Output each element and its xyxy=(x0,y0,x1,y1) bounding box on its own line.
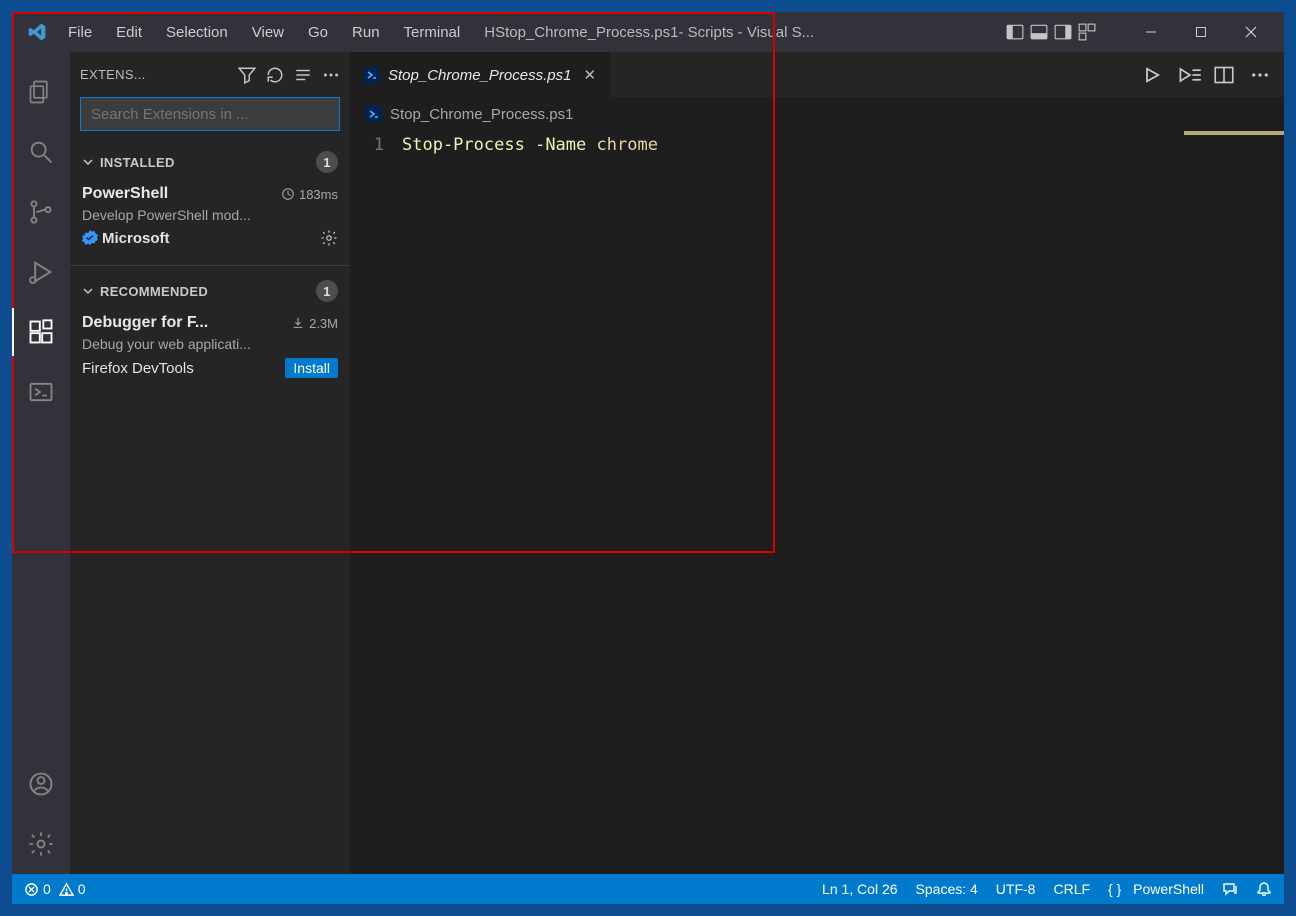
line-number: 1 xyxy=(350,135,402,155)
section-recommended-header[interactable]: RECOMMENDED 1 xyxy=(76,274,344,308)
window-controls xyxy=(1126,12,1276,52)
powershell-file-icon xyxy=(364,67,380,83)
editor-area: Stop_Chrome_Process.ps1 ✕ Stop_Chrome_Pr… xyxy=(350,52,1284,874)
menu-terminal[interactable]: Terminal xyxy=(394,20,471,45)
maximize-button[interactable] xyxy=(1176,12,1226,52)
split-editor-icon[interactable] xyxy=(1214,65,1234,85)
extension-description: Develop PowerShell mod... xyxy=(82,207,338,223)
activity-powershell-icon[interactable] xyxy=(12,362,70,422)
close-icon[interactable]: ✕ xyxy=(583,66,596,84)
menu-view[interactable]: View xyxy=(242,20,294,45)
install-button[interactable]: Install xyxy=(285,358,338,378)
extension-name: Debugger for F... xyxy=(82,314,208,332)
status-feedback-icon[interactable] xyxy=(1222,881,1238,897)
history-icon xyxy=(281,187,295,201)
activity-run-debug-icon[interactable] xyxy=(12,242,70,302)
powershell-file-icon xyxy=(366,106,382,122)
extension-powershell[interactable]: PowerShell 183ms Develop PowerShell mod.… xyxy=(76,179,344,257)
code-area[interactable]: 1 Stop-Process -Name chrome xyxy=(350,131,1284,159)
status-encoding[interactable]: UTF-8 xyxy=(996,881,1036,897)
menu-bar: File Edit Selection View Go Run Terminal xyxy=(58,20,470,45)
vscode-logo-icon xyxy=(26,21,48,43)
menu-file[interactable]: File xyxy=(58,20,102,45)
breadcrumb[interactable]: Stop_Chrome_Process.ps1 xyxy=(350,97,1284,131)
section-installed-header[interactable]: INSTALLED 1 xyxy=(76,145,344,179)
status-bar: 0 0 Ln 1, Col 26 Spaces: 4 UTF-8 CRLF { … xyxy=(12,874,1284,904)
chevron-down-icon xyxy=(82,285,94,297)
extension-name: PowerShell xyxy=(82,185,168,203)
sidebar-header: EXTENS... xyxy=(70,52,350,97)
extension-debugger-firefox[interactable]: Debugger for F... 2.3M Debug your web ap… xyxy=(76,308,344,388)
extension-description: Debug your web applicati... xyxy=(82,336,338,352)
toggle-panel-icon[interactable] xyxy=(1030,23,1048,41)
activity-extensions-icon[interactable] xyxy=(12,302,70,362)
recommended-count-badge: 1 xyxy=(316,280,338,302)
verified-icon xyxy=(82,230,98,246)
sidebar-extensions: EXTENS... INSTALLED 1 xyxy=(70,52,350,874)
code-line: Stop-Process -Name chrome xyxy=(402,135,658,155)
download-icon xyxy=(291,316,305,330)
activity-search-icon[interactable] xyxy=(12,122,70,182)
activity-accounts-icon[interactable] xyxy=(12,754,70,814)
run-selection-icon[interactable] xyxy=(1178,65,1198,85)
more-icon[interactable] xyxy=(322,66,340,84)
clear-icon[interactable] xyxy=(294,66,312,84)
search-input[interactable] xyxy=(80,97,340,131)
tabs-row: Stop_Chrome_Process.ps1 ✕ xyxy=(350,52,1284,97)
minimap-marker xyxy=(1184,131,1284,135)
section-installed: INSTALLED 1 PowerShell 183ms Develop Pow… xyxy=(70,141,350,261)
menu-run[interactable]: Run xyxy=(342,20,390,45)
status-bell-icon[interactable] xyxy=(1256,881,1272,897)
activity-explorer-icon[interactable] xyxy=(12,62,70,122)
title-bar: File Edit Selection View Go Run Terminal… xyxy=(12,12,1284,52)
extension-timing: 183ms xyxy=(299,187,338,202)
status-language[interactable]: { } PowerShell xyxy=(1108,881,1204,897)
activity-bar xyxy=(12,52,70,874)
status-eol[interactable]: CRLF xyxy=(1053,881,1090,897)
breadcrumb-file: Stop_Chrome_Process.ps1 xyxy=(390,106,573,123)
status-ln-col[interactable]: Ln 1, Col 26 xyxy=(822,881,898,897)
customize-layout-icon[interactable] xyxy=(1078,23,1096,41)
toggle-primary-sidebar-icon[interactable] xyxy=(1006,23,1024,41)
window-title-file: HStop_Chrome_Process.ps1 xyxy=(484,24,678,41)
manage-gear-icon[interactable] xyxy=(320,229,338,247)
status-errors[interactable]: 0 xyxy=(24,881,51,897)
section-installed-label: INSTALLED xyxy=(100,155,175,170)
editor-tab[interactable]: Stop_Chrome_Process.ps1 ✕ xyxy=(350,52,610,97)
extension-publisher: Microsoft xyxy=(102,230,170,247)
layout-icons xyxy=(1006,23,1096,41)
sidebar-title: EXTENS... xyxy=(80,67,146,82)
status-warnings[interactable]: 0 xyxy=(59,881,86,897)
menu-edit[interactable]: Edit xyxy=(106,20,152,45)
menu-selection[interactable]: Selection xyxy=(156,20,238,45)
filter-icon[interactable] xyxy=(238,66,256,84)
run-icon[interactable] xyxy=(1142,65,1162,85)
refresh-icon[interactable] xyxy=(266,66,284,84)
extension-downloads: 2.3M xyxy=(309,316,338,331)
activity-source-control-icon[interactable] xyxy=(12,182,70,242)
vscode-window: File Edit Selection View Go Run Terminal… xyxy=(12,12,1284,904)
section-recommended-label: RECOMMENDED xyxy=(100,284,208,299)
close-button[interactable] xyxy=(1226,12,1276,52)
toggle-secondary-sidebar-icon[interactable] xyxy=(1054,23,1072,41)
status-spaces[interactable]: Spaces: 4 xyxy=(916,881,978,897)
more-icon[interactable] xyxy=(1250,65,1270,85)
installed-count-badge: 1 xyxy=(316,151,338,173)
tab-label: Stop_Chrome_Process.ps1 xyxy=(388,67,571,84)
activity-settings-gear-icon[interactable] xyxy=(12,814,70,874)
window-title-suffix: - Scripts - Visual S... xyxy=(679,24,815,41)
minimize-button[interactable] xyxy=(1126,12,1176,52)
divider xyxy=(70,265,350,266)
chevron-down-icon xyxy=(82,156,94,168)
extension-publisher: Firefox DevTools xyxy=(82,360,194,377)
menu-go[interactable]: Go xyxy=(298,20,338,45)
section-recommended: RECOMMENDED 1 Debugger for F... 2.3M Deb… xyxy=(70,270,350,392)
